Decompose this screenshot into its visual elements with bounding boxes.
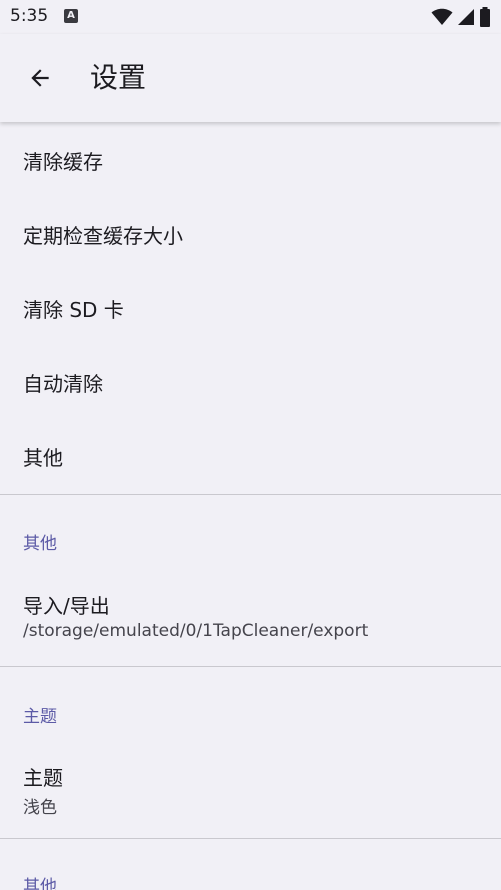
divider [0,494,501,495]
status-bar: 5:35 A [0,0,501,34]
pref-title: 自动清除 [23,372,103,396]
category-title-theme: 主题 [23,707,57,727]
notification-a-icon: A [64,9,78,23]
app-bar: 设置 [0,34,501,122]
pref-title: 清除缓存 [23,150,103,174]
pref-import-export[interactable]: 导入/导出 /storage/emulated/0/1TapCleaner/ex… [0,574,501,664]
divider [0,666,501,667]
pref-clear-sd-card[interactable]: 清除 SD 卡 [0,270,501,344]
wifi-icon [431,8,453,25]
pref-title: 清除 SD 卡 [23,298,124,322]
pref-periodic-cache-check[interactable]: 定期检查缓存大小 [0,196,501,270]
battery-icon [480,7,490,27]
arrow-back-icon [31,69,49,87]
pref-title: 主题 [23,766,63,790]
status-icons [431,7,491,27]
pref-title: 定期检查缓存大小 [23,224,183,248]
pref-other[interactable]: 其他 [0,418,501,492]
pref-summary: 浅色 [23,798,57,818]
pref-title: 导入/导出 [23,594,110,618]
settings-list: 清除缓存 定期检查缓存大小 清除 SD 卡 自动清除 其他 其他 导入/导出 /… [0,122,501,890]
divider [0,838,501,839]
category-title-other: 其他 [23,534,57,554]
pref-summary: /storage/emulated/0/1TapCleaner/export [23,621,369,641]
status-time: 5:35 [10,6,49,26]
pref-auto-clear[interactable]: 自动清除 [0,344,501,418]
pref-clear-cache[interactable]: 清除缓存 [0,122,501,196]
pref-title: 其他 [23,446,63,470]
pref-theme[interactable]: 主题 浅色 [0,746,501,836]
back-button[interactable] [18,56,62,100]
cell-signal-icon [458,9,474,25]
category-title-other-2: 其他 [23,877,57,890]
page-title: 设置 [90,61,147,94]
